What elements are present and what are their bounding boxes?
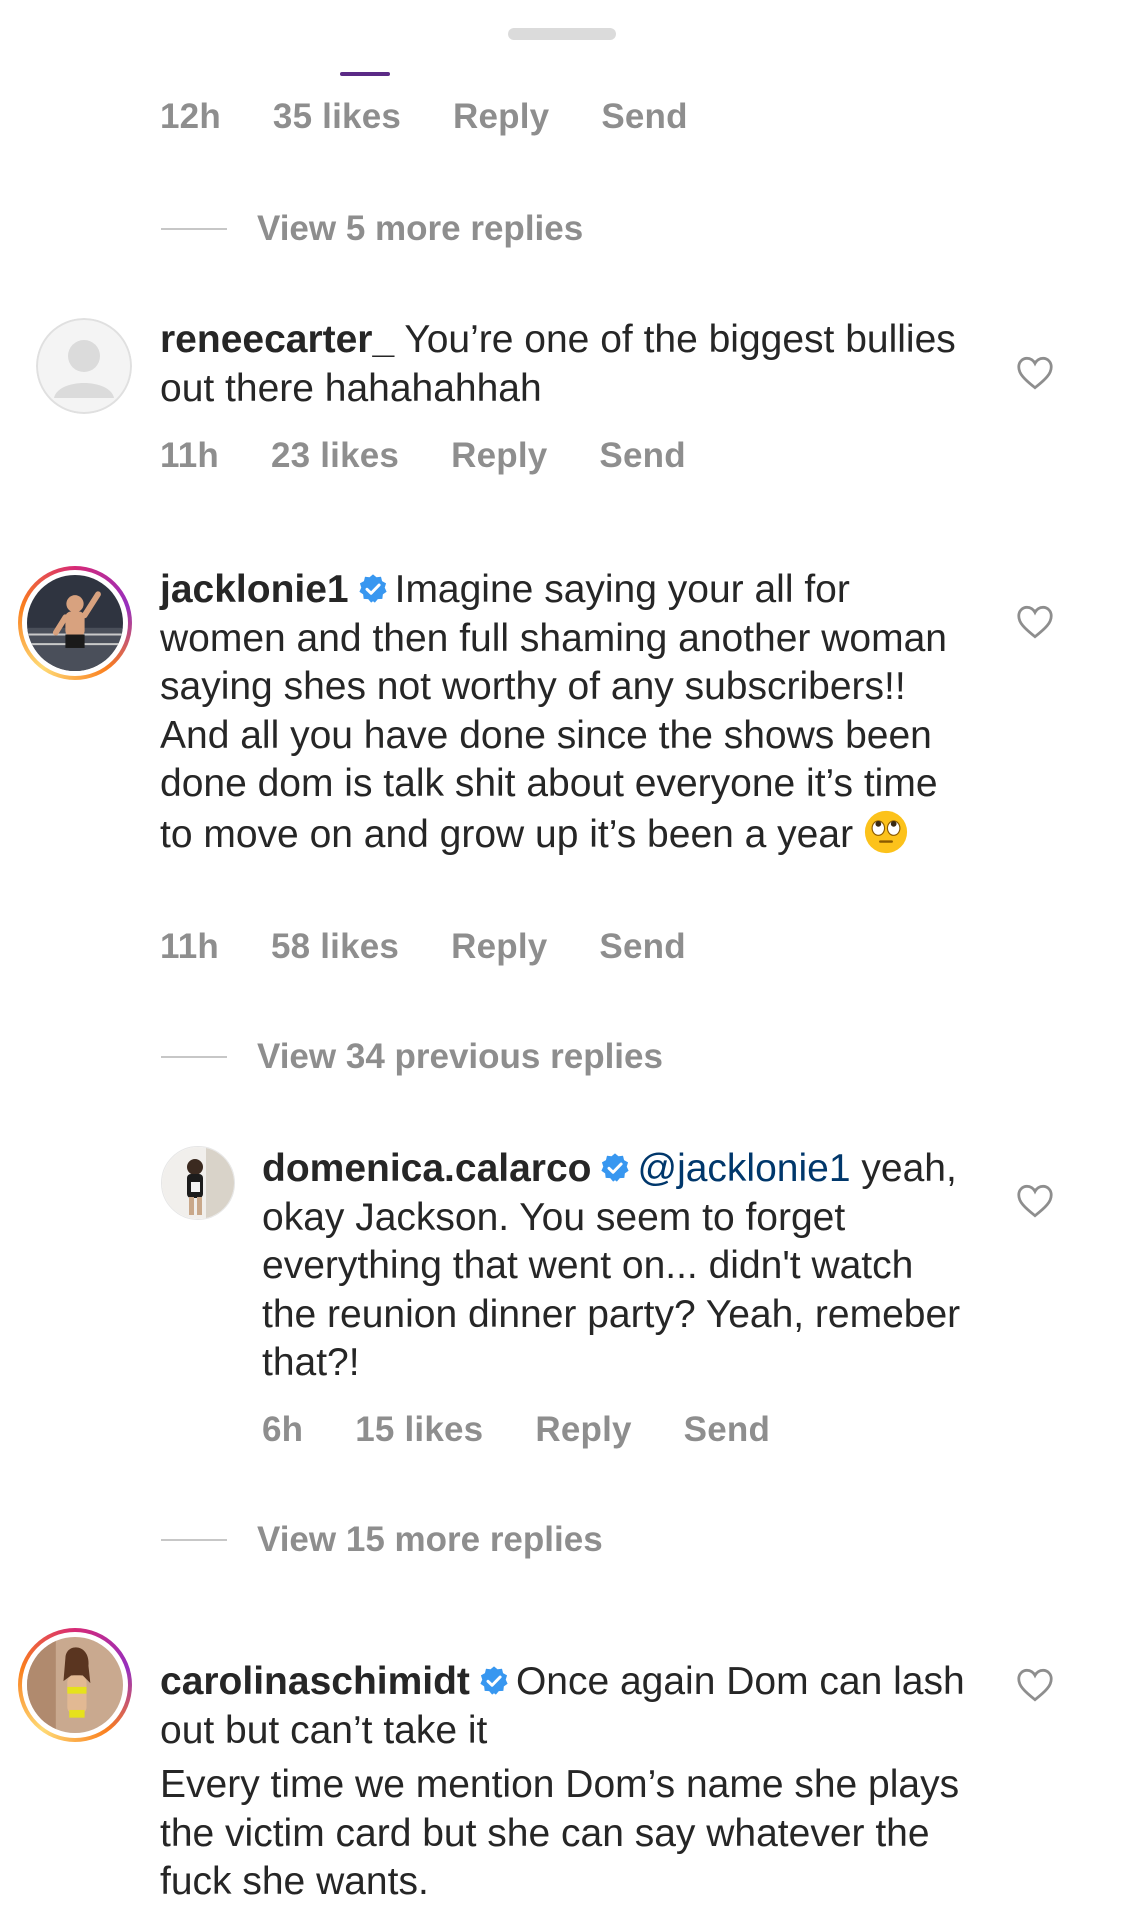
comment-time: 11h: [160, 436, 219, 475]
view-previous-replies[interactable]: View 34 previous replies: [161, 1037, 663, 1077]
verified-badge-icon: [601, 1153, 630, 1182]
avatar: [27, 1637, 123, 1733]
comment-username[interactable]: carolinaschimidt: [160, 1660, 470, 1703]
avatar-story-ring[interactable]: [18, 1628, 132, 1742]
comment-meta: 11h 58 likes Reply Send: [160, 927, 738, 967]
view-previous-label[interactable]: View 34 previous replies: [257, 1037, 663, 1077]
reply-button[interactable]: Reply: [451, 436, 547, 476]
heart-outline-icon[interactable]: [1016, 1184, 1054, 1218]
comment-body: domenica.calarco @jacklonie1 yeah, okay J…: [262, 1145, 962, 1388]
avatar[interactable]: [36, 318, 132, 414]
avatar: [27, 575, 123, 671]
send-button[interactable]: Send: [599, 927, 685, 967]
divider-line: [161, 1539, 227, 1541]
mention-link[interactable]: @jacklonie1: [637, 1147, 850, 1190]
comment-username[interactable]: jacklonie1: [160, 568, 349, 611]
reply-button[interactable]: Reply: [535, 1410, 631, 1450]
view-more-replies[interactable]: View 15 more replies: [161, 1520, 603, 1560]
comment-meta: 6h 15 likes Reply Send: [262, 1410, 822, 1450]
view-more-replies[interactable]: View 5 more replies: [161, 209, 583, 249]
drag-handle[interactable]: [508, 28, 616, 40]
comment-likes[interactable]: 23 likes: [271, 436, 399, 476]
heart-outline-icon[interactable]: [1016, 356, 1054, 390]
comment-time: 6h: [262, 1410, 304, 1449]
scroll-indicator: [340, 72, 390, 76]
heart-outline-icon[interactable]: [1016, 605, 1054, 639]
avatar-story-ring[interactable]: [18, 566, 132, 680]
send-button[interactable]: Send: [601, 97, 687, 137]
comment-text: Imagine saying your all for women and th…: [160, 568, 947, 856]
reply-button[interactable]: Reply: [453, 97, 549, 137]
comment-meta: 11h 23 likes Reply Send: [160, 436, 738, 476]
send-button[interactable]: Send: [684, 1410, 770, 1450]
view-more-label[interactable]: View 15 more replies: [257, 1520, 603, 1560]
comment-time: 12h: [160, 97, 221, 136]
avatar[interactable]: [161, 1146, 235, 1220]
comment-likes[interactable]: 15 likes: [355, 1410, 483, 1450]
comment-username[interactable]: reneecarter_: [160, 318, 394, 361]
verified-badge-icon: [359, 574, 387, 603]
comment-likes[interactable]: 35 likes: [273, 97, 401, 137]
comment-body: carolinaschimidt Once again Dom can lash …: [160, 1658, 970, 1907]
comment-likes[interactable]: 58 likes: [271, 927, 399, 967]
send-button[interactable]: Send: [599, 436, 685, 476]
verified-badge-icon: [480, 1666, 508, 1695]
reply-button[interactable]: Reply: [451, 927, 547, 967]
comment-username[interactable]: domenica.calarco: [262, 1147, 591, 1190]
comment-time: 11h: [160, 927, 219, 966]
face-with-rolling-eyes-emoji: [864, 810, 908, 853]
default-avatar-icon: [36, 318, 132, 414]
comments-sheet: 12h 35 likes Reply Send View 5 more repl…: [0, 0, 1125, 1903]
comment-meta: 12h 35 likes Reply Send: [160, 97, 740, 137]
comment-body: reneecarter_ You’re one of the biggest b…: [160, 316, 960, 413]
divider-line: [161, 228, 227, 230]
view-more-label[interactable]: View 5 more replies: [257, 209, 583, 249]
comment-body: jacklonie1 Imagine saying your all for wo…: [160, 566, 960, 859]
divider-line: [161, 1056, 227, 1058]
comment-text-continued: Every time we mention Dom’s name she pla…: [160, 1763, 960, 1903]
heart-outline-icon[interactable]: [1016, 1668, 1054, 1702]
